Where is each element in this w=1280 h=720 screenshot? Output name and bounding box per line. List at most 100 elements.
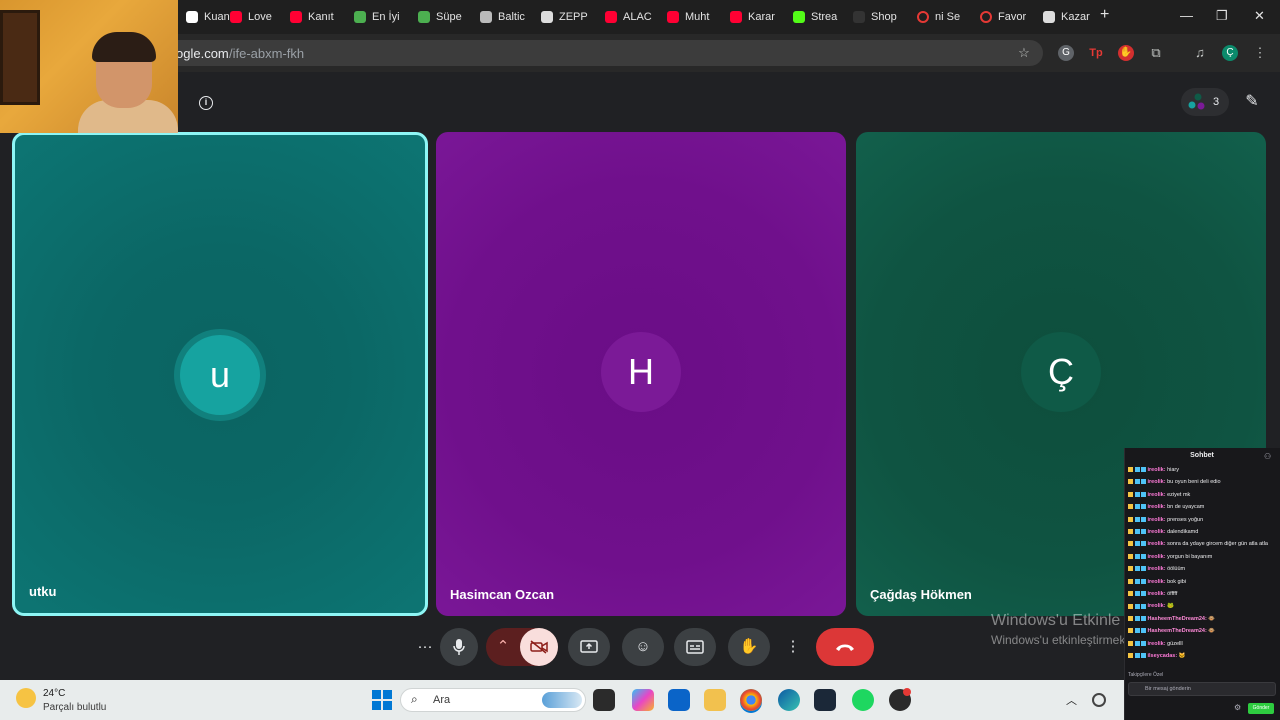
chat-badge-icon <box>1134 504 1140 510</box>
more-options-button[interactable]: ··· <box>406 628 444 666</box>
send-reaction-button[interactable]: ☺ <box>622 628 664 666</box>
browser-tab[interactable]: Shop <box>853 8 905 26</box>
participant-tile-hasimcan[interactable]: H Hasimcan Ozcan <box>436 132 846 616</box>
chat-username[interactable]: ireolik: <box>1148 566 1166 572</box>
browser-tab[interactable]: En İyi <box>354 8 406 26</box>
windows-start-icon[interactable] <box>371 689 393 711</box>
url-path[interactable]: /ife-abxm-fkh <box>229 46 304 61</box>
chat-badge-icon <box>1141 591 1146 597</box>
chat-users-icon[interactable]: ⚇ <box>1264 452 1271 461</box>
url-host[interactable]: ogle.com <box>176 46 229 61</box>
extension-shield-icon[interactable]: ✋ <box>1118 45 1134 61</box>
browser-menu-icon[interactable]: ⋮ <box>1252 45 1268 61</box>
tray-overflow-chevron-icon[interactable]: ︿ <box>1066 692 1077 708</box>
close-button[interactable]: ✕ <box>1254 8 1265 24</box>
browser-tab[interactable]: Kanıt <box>290 8 342 26</box>
chat-send-button[interactable]: Gönder <box>1248 703 1274 714</box>
extension-tp-icon[interactable]: Tp <box>1088 45 1104 61</box>
browser-tab[interactable]: Muht <box>667 8 719 26</box>
chat-username[interactable]: ireolik: <box>1148 467 1166 473</box>
new-tab-button[interactable]: + <box>1100 6 1109 24</box>
chat-text: dalendikamd <box>1167 529 1199 536</box>
browser-tab[interactable]: ni Se <box>917 8 969 26</box>
camera-toggle-button[interactable] <box>520 628 558 666</box>
chat-username[interactable]: ireolik: <box>1148 479 1166 485</box>
search-icon: ⌕ <box>411 692 418 706</box>
extension-g-icon[interactable]: G <box>1058 45 1074 61</box>
meeting-info-icon[interactable]: i <box>199 96 213 110</box>
file-explorer-icon[interactable] <box>704 689 726 711</box>
more-options-vertical-button[interactable]: ⋮ <box>778 628 808 666</box>
extensions-puzzle-icon[interactable]: ⧉ <box>1148 45 1164 61</box>
minimize-button[interactable]: — <box>1180 8 1193 23</box>
doc-icon <box>1043 11 1055 23</box>
raise-hand-button[interactable]: ✋ <box>728 628 770 666</box>
chat-text: bu oyun beni deli edio <box>1167 479 1221 486</box>
edit-pencil-icon[interactable]: ✎ <box>1238 88 1266 116</box>
weather-partly-cloudy-icon[interactable] <box>16 688 36 708</box>
edge-icon[interactable] <box>778 689 800 711</box>
leave-call-button[interactable] <box>816 628 874 666</box>
spotify-icon[interactable] <box>852 689 874 711</box>
chat-badge-icon <box>1141 516 1146 522</box>
profile-avatar-icon[interactable]: Ç <box>1222 45 1238 61</box>
browser-tab[interactable]: Love <box>230 8 282 26</box>
chat-username[interactable]: ireolik: <box>1148 541 1166 547</box>
media-control-icon[interactable]: ♫ <box>1192 45 1208 61</box>
chat-username[interactable]: ireolik: <box>1148 504 1166 510</box>
weather-condition[interactable]: Parçalı bulutlu <box>43 702 106 713</box>
steam-icon[interactable] <box>814 689 836 711</box>
chat-text: öfffff <box>1167 591 1178 598</box>
browser-tab[interactable]: ZEPP <box>541 8 593 26</box>
browser-tab[interactable]: Favor <box>980 8 1032 26</box>
chat-username[interactable]: ireolik: <box>1148 554 1166 560</box>
browser-tab[interactable]: Baltic <box>480 8 532 26</box>
chat-username[interactable]: ireolik: <box>1148 641 1166 647</box>
chat-badge-icon <box>1128 541 1133 547</box>
browser-tab[interactable]: Strea <box>793 8 845 26</box>
chat-username[interactable]: HasheemTheDream24: <box>1148 616 1207 622</box>
browser-tab[interactable]: ALAC <box>605 8 657 26</box>
bookmark-star-icon[interactable]: ☆ <box>1016 45 1032 61</box>
browser-tab[interactable]: Kazar <box>1043 8 1095 26</box>
chat-username[interactable]: ilseycadas: <box>1148 653 1178 659</box>
outlook-icon[interactable] <box>668 689 690 711</box>
page-icon <box>480 11 492 23</box>
chat-input-placeholder: Bir mesaj gönderin <box>1145 686 1191 692</box>
browser-tab[interactable]: Süpe <box>418 8 470 26</box>
chat-username[interactable]: ireolik: <box>1148 492 1166 498</box>
microphone-button[interactable] <box>440 628 478 666</box>
chat-text: hiary <box>1167 467 1179 473</box>
chat-username[interactable]: ireolik: <box>1148 591 1166 597</box>
copilot-icon[interactable] <box>632 689 654 711</box>
browser-tab-label: ZEPP <box>559 11 588 23</box>
page-icon <box>541 11 553 23</box>
task-view-icon[interactable] <box>593 689 615 711</box>
restore-button[interactable]: ❐ <box>1216 8 1228 24</box>
chat-username[interactable]: HasheemTheDream24: <box>1148 628 1207 634</box>
camera-options-chevron-icon[interactable]: ⌃ <box>486 628 520 666</box>
tray-app-icon[interactable] <box>1092 693 1106 707</box>
chat-username[interactable]: ireolik: <box>1148 579 1166 585</box>
present-screen-button[interactable] <box>568 628 610 666</box>
chat-badge-icon <box>1134 566 1140 572</box>
browser-tab[interactable]: Karar <box>730 8 782 26</box>
camera-off-icon <box>530 640 548 654</box>
chat-badge-icon <box>1141 578 1146 584</box>
chat-message: ireolik: prenses yoğun <box>1128 514 1278 526</box>
participant-tile-utku[interactable]: u utku <box>12 132 428 616</box>
page-icon <box>853 11 865 23</box>
chat-settings-icon[interactable]: ⚙ <box>1234 703 1241 712</box>
chat-username[interactable]: ireolik: <box>1148 529 1166 535</box>
end-call-icon <box>836 644 854 652</box>
chat-message: ireolik: dalendikamd <box>1128 526 1278 538</box>
search-highlight-image <box>542 692 582 708</box>
captions-button[interactable] <box>674 628 716 666</box>
browser-tab-label: Favor <box>998 11 1027 23</box>
chrome-icon[interactable] <box>740 689 762 711</box>
chat-username[interactable]: ireolik: <box>1148 517 1166 523</box>
chat-message: ireolik: bok gibi <box>1128 576 1278 588</box>
chat-badge-icon <box>1134 578 1140 584</box>
chat-username[interactable]: ireolik: <box>1148 603 1166 609</box>
weather-temperature[interactable]: 24°C <box>43 688 65 699</box>
